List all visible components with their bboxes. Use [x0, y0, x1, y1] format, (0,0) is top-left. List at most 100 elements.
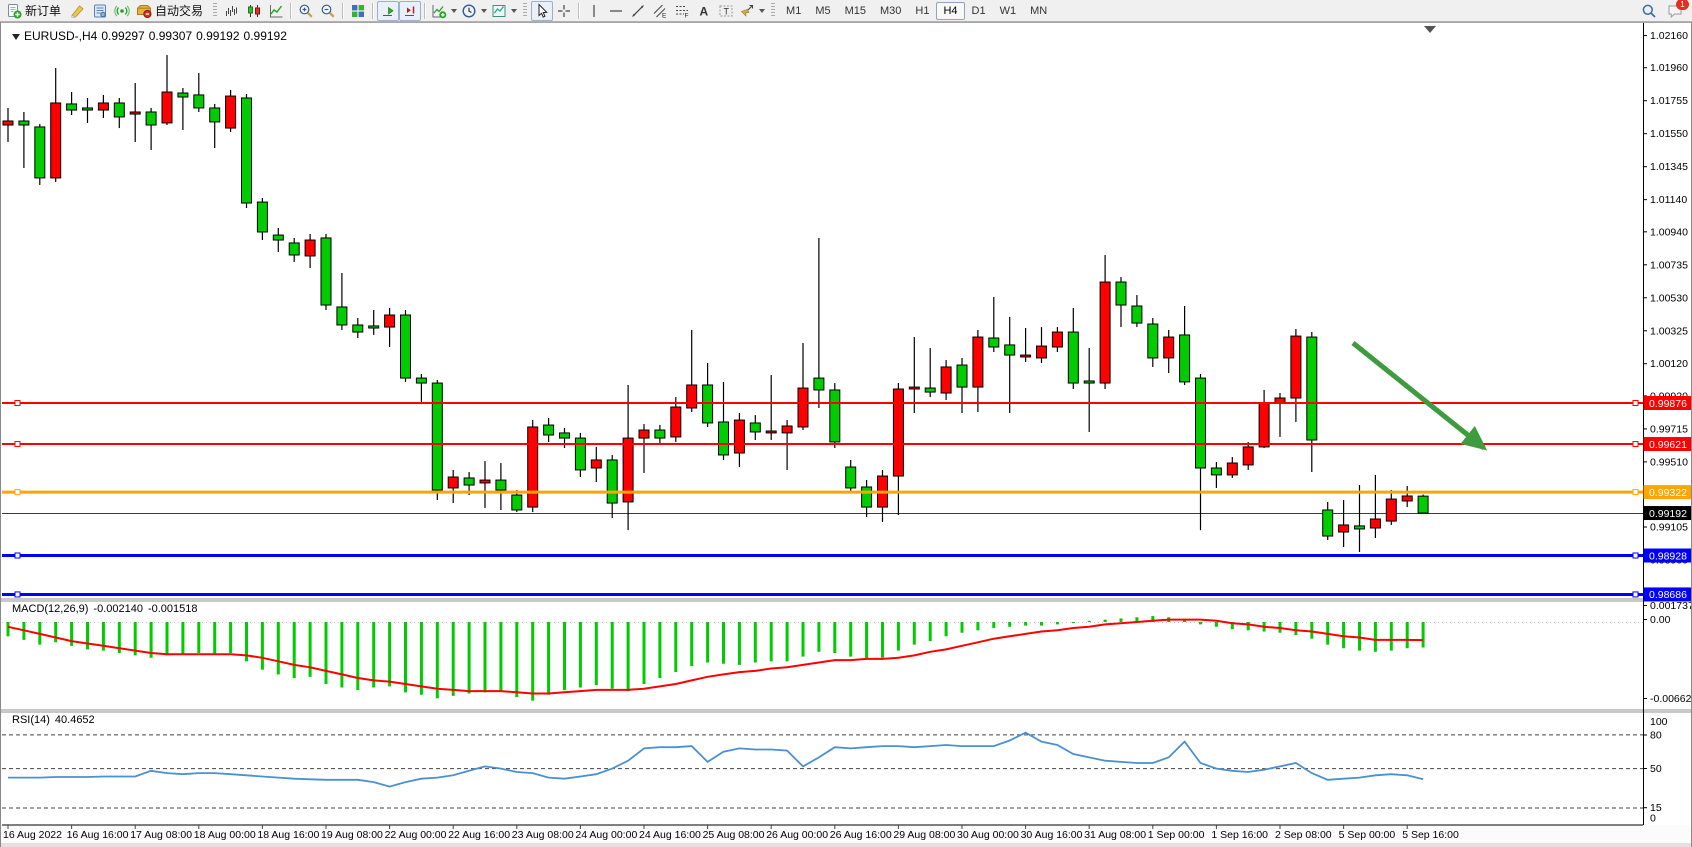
candle-body [575, 438, 585, 470]
pivot-line-price-label-text: 0.99322 [1649, 487, 1687, 499]
timeframe-button-mn[interactable]: MN [1023, 2, 1054, 20]
timeframe-button-m15[interactable]: M15 [838, 2, 873, 20]
line-anchor-handle[interactable] [15, 490, 20, 495]
cursor-tool-button[interactable] [531, 1, 553, 21]
candle-body [19, 121, 29, 125]
crosshair-tool-button[interactable] [553, 1, 575, 21]
candle-body [1068, 332, 1078, 383]
signals-button[interactable] [111, 1, 133, 21]
candle-body [512, 495, 522, 510]
candle-body [146, 112, 156, 125]
candle-body [687, 385, 697, 408]
auto-scroll-button[interactable] [377, 1, 399, 21]
candle-body [734, 420, 744, 453]
line-anchor-handle[interactable] [15, 401, 20, 406]
candle-body [67, 104, 77, 110]
time-tick-label: 5 Sep 16:00 [1402, 829, 1459, 841]
market-watch-button-icon [92, 3, 108, 19]
candle [35, 124, 45, 185]
toolbar-separator [424, 3, 426, 19]
time-tick-label: 22 Aug 16:00 [448, 829, 510, 841]
time-tick-label: 23 Aug 08:00 [512, 829, 574, 841]
text-label-tool-icon: T [718, 3, 734, 19]
zoom-out-button-icon [320, 3, 336, 19]
candle [321, 234, 331, 310]
zoom-out-button[interactable] [317, 1, 339, 21]
dropdown-arrow-icon[interactable] [481, 9, 487, 13]
text-label-tool[interactable]: T [715, 1, 737, 21]
line-anchor-handle[interactable] [1633, 401, 1638, 406]
candle-body [925, 388, 935, 392]
time-tick-label: 24 Aug 16:00 [639, 829, 701, 841]
line-chart-button[interactable] [265, 1, 287, 21]
candle-body [1180, 335, 1190, 382]
bar-chart-button[interactable] [221, 1, 243, 21]
timeframe-button-m30[interactable]: M30 [873, 2, 908, 20]
new-order-button[interactable]: 新订单 [3, 1, 67, 21]
timeframe-button-w1[interactable]: W1 [993, 2, 1024, 20]
candle-body [766, 431, 776, 433]
styler-button[interactable] [67, 1, 89, 21]
notifications-button[interactable]: 1 [1664, 1, 1686, 21]
price-chart[interactable]: 1.021601.019601.017551.015501.013451.011… [0, 0, 1692, 847]
line-anchor-handle[interactable] [15, 553, 20, 558]
candle-body [1100, 282, 1110, 383]
channel-tool[interactable]: E [649, 1, 671, 21]
support-line-1-price-label: 0.98928 [1644, 549, 1692, 563]
zoom-in-button[interactable] [295, 1, 317, 21]
tile-windows-button[interactable] [347, 1, 369, 21]
horizontal-line-tool[interactable] [605, 1, 627, 21]
chart-shift-button-icon [402, 3, 418, 19]
time-tick-label: 16 Aug 2022 [3, 829, 62, 841]
zoom-in-button-icon [298, 3, 314, 19]
timeframe-button-h4[interactable]: H4 [936, 2, 964, 20]
candle-body [1307, 337, 1317, 440]
toolbar-drag-handle[interactable] [771, 3, 775, 18]
auto-trading-button[interactable]: 自动交易 [133, 1, 209, 21]
candle-body [1084, 381, 1094, 383]
candlestick-chart-button[interactable] [243, 1, 265, 21]
trendline-tool[interactable] [627, 1, 649, 21]
periods-button[interactable] [459, 1, 489, 21]
support-line-1-price-label-text: 0.98928 [1649, 550, 1687, 562]
candle-body [321, 238, 331, 305]
line-anchor-handle[interactable] [1633, 490, 1638, 495]
search-button[interactable] [1638, 1, 1660, 21]
price-tick-label: 0.99510 [1650, 456, 1688, 468]
dropdown-arrow-icon[interactable] [451, 9, 457, 13]
candle-body [607, 460, 617, 503]
timeframe-button-d1[interactable]: D1 [965, 2, 993, 20]
text-tool[interactable]: A [693, 1, 715, 21]
fibonacci-tool[interactable]: F [671, 1, 693, 21]
indicators-button[interactable] [429, 1, 459, 21]
line-anchor-handle[interactable] [15, 592, 20, 597]
market-watch-button[interactable] [89, 1, 111, 21]
arrows-tool[interactable] [737, 1, 767, 21]
time-tick-label: 26 Aug 16:00 [830, 829, 892, 841]
dropdown-arrow-icon[interactable] [759, 9, 765, 13]
timeframe-button-h1[interactable]: H1 [908, 2, 936, 20]
line-anchor-handle[interactable] [15, 442, 20, 447]
candle-body [432, 383, 442, 490]
dropdown-arrow-icon[interactable] [511, 9, 517, 13]
templates-button[interactable] [489, 1, 519, 21]
line-anchor-handle[interactable] [1633, 442, 1638, 447]
line-anchor-handle[interactable] [1633, 592, 1638, 597]
line-anchor-handle[interactable] [1633, 553, 1638, 558]
chart-shift-button[interactable] [399, 1, 421, 21]
line-chart-button-icon [268, 3, 284, 19]
styler-button-icon [70, 3, 86, 19]
text-tool-icon: A [696, 3, 712, 19]
candle-body [830, 390, 840, 442]
channel-tool-icon: E [652, 3, 668, 19]
candle [432, 380, 442, 500]
toolbar-drag-handle[interactable] [213, 3, 217, 18]
timeframe-button-m1[interactable]: M1 [779, 2, 808, 20]
new-order-button-label: 新订单 [25, 2, 61, 19]
timeframe-button-m5[interactable]: M5 [808, 2, 837, 20]
vertical-line-tool[interactable] [583, 1, 605, 21]
toolbar-drag-handle[interactable] [523, 3, 527, 18]
chart-background[interactable] [1, 23, 1691, 825]
cursor-tool-button-icon [534, 3, 550, 19]
current-price-label-text: 0.99192 [1649, 508, 1687, 520]
